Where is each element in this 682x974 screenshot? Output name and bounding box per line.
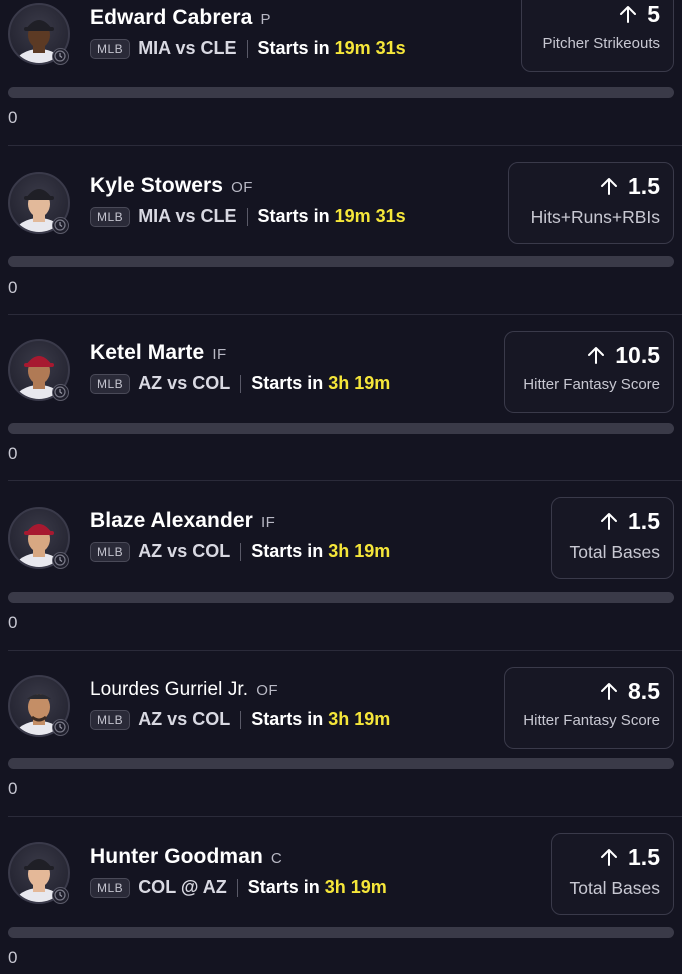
projection-box[interactable]: 1.5 Hits+Runs+RBIs: [508, 162, 674, 244]
player-card[interactable]: Edward Cabrera P MLB MIA vs CLE Starts i…: [0, 0, 682, 146]
projection-box[interactable]: 5 Pitcher Strikeouts: [521, 0, 674, 72]
game-matchup: MIA vs CLE: [138, 206, 237, 226]
progress-count: 0: [8, 444, 18, 463]
league-badge: MLB: [90, 206, 131, 227]
stat-type-label: Hitter Fantasy Score: [523, 712, 660, 729]
progress-bar: [8, 256, 674, 267]
player-position: C: [270, 850, 283, 867]
progress-count: 0: [8, 278, 18, 297]
clock-icon: [52, 48, 69, 65]
clock-icon: [52, 887, 69, 904]
league-badge: MLB: [90, 373, 131, 394]
player-position: IF: [260, 514, 276, 531]
starts-label: Starts in: [257, 206, 330, 226]
meta-divider: [240, 374, 242, 393]
player-position: OF: [256, 682, 279, 699]
player-card[interactable]: Blaze Alexander IF MLB AZ vs COL Starts …: [0, 481, 682, 651]
projection-value: 8.5: [628, 677, 660, 704]
projection-value: 1.5: [628, 172, 660, 199]
countdown-time: 3h 19m: [328, 541, 391, 561]
progress-count: 0: [8, 779, 18, 798]
game-matchup: MIA vs CLE: [138, 38, 237, 58]
progress-bar: [8, 423, 674, 434]
league-badge: MLB: [90, 38, 131, 59]
meta-divider: [236, 878, 238, 897]
projection-value: 1.5: [628, 843, 660, 870]
clock-icon: [52, 384, 69, 401]
progress-bar: [8, 758, 674, 769]
stat-type-label: Hitter Fantasy Score: [523, 376, 660, 393]
arrow-up-icon: [600, 681, 618, 701]
starts-label: Starts in: [251, 373, 324, 393]
projection-value: 5: [647, 0, 660, 27]
player-name: Edward Cabrera: [90, 6, 253, 29]
league-badge: MLB: [90, 877, 131, 898]
countdown-time: 3h 19m: [324, 877, 387, 897]
player-name: Lourdes Gurriel Jr.: [90, 679, 249, 700]
arrow-up-icon: [619, 4, 637, 24]
countdown-time: 19m 31s: [334, 206, 406, 226]
starts-label: Starts in: [247, 877, 320, 897]
progress-count: 0: [8, 613, 18, 632]
progress-count: 0: [8, 948, 18, 967]
player-card[interactable]: Hunter Goodman C MLB COL @ AZ Starts in …: [0, 817, 682, 974]
countdown-time: 3h 19m: [328, 709, 391, 729]
projection-value: 1.5: [628, 507, 660, 534]
game-matchup: AZ vs COL: [138, 541, 231, 561]
clock-icon: [52, 217, 69, 234]
clock-icon: [52, 552, 69, 569]
projection-box[interactable]: 8.5 Hitter Fantasy Score: [504, 667, 674, 749]
player-card[interactable]: Ketel Marte IF MLB AZ vs COL Starts in 3…: [0, 315, 682, 481]
starts-label: Starts in: [251, 709, 324, 729]
league-badge: MLB: [90, 541, 131, 562]
starts-label: Starts in: [251, 541, 324, 561]
player-position: OF: [231, 179, 253, 196]
player-name: Kyle Stowers: [90, 174, 224, 197]
player-props-feed: Edward Cabrera P MLB MIA vs CLE Starts i…: [0, 0, 682, 974]
projection-value: 10.5: [615, 341, 660, 368]
projection-box[interactable]: 1.5 Total Bases: [551, 497, 674, 579]
clock-icon: [52, 719, 69, 736]
game-matchup: AZ vs COL: [138, 709, 231, 729]
player-position: P: [260, 11, 271, 28]
game-matchup: COL @ AZ: [138, 877, 227, 897]
game-matchup: AZ vs COL: [138, 373, 231, 393]
stat-type-label: Total Bases: [569, 878, 660, 898]
progress-bar: [8, 927, 674, 938]
player-name: Hunter Goodman: [90, 845, 263, 868]
projection-box[interactable]: 1.5 Total Bases: [551, 833, 674, 915]
league-badge: MLB: [90, 709, 131, 730]
player-name: Blaze Alexander: [90, 509, 253, 532]
meta-divider: [240, 542, 242, 561]
meta-divider: [246, 39, 248, 58]
projection-box[interactable]: 10.5 Hitter Fantasy Score: [504, 331, 674, 413]
player-name: Ketel Marte: [90, 341, 205, 364]
stat-type-label: Hits+Runs+RBIs: [530, 207, 660, 227]
stat-type-label: Pitcher Strikeouts: [542, 35, 660, 52]
meta-divider: [240, 710, 242, 729]
progress-bar: [8, 592, 674, 603]
stat-type-label: Total Bases: [569, 542, 660, 562]
countdown-time: 3h 19m: [328, 373, 391, 393]
meta-divider: [246, 207, 248, 226]
progress-count: 0: [8, 108, 18, 127]
arrow-up-icon: [600, 847, 618, 867]
progress-bar: [8, 87, 674, 98]
player-card[interactable]: Kyle Stowers OF MLB MIA vs CLE Starts in…: [0, 146, 682, 315]
starts-label: Starts in: [257, 38, 330, 58]
countdown-time: 19m 31s: [334, 38, 406, 58]
arrow-up-icon: [600, 511, 618, 531]
arrow-up-icon: [600, 176, 618, 196]
arrow-up-icon: [587, 345, 605, 365]
player-card[interactable]: Lourdes Gurriel Jr. OF MLB AZ vs COL Sta…: [0, 651, 682, 817]
player-position: IF: [212, 346, 227, 363]
